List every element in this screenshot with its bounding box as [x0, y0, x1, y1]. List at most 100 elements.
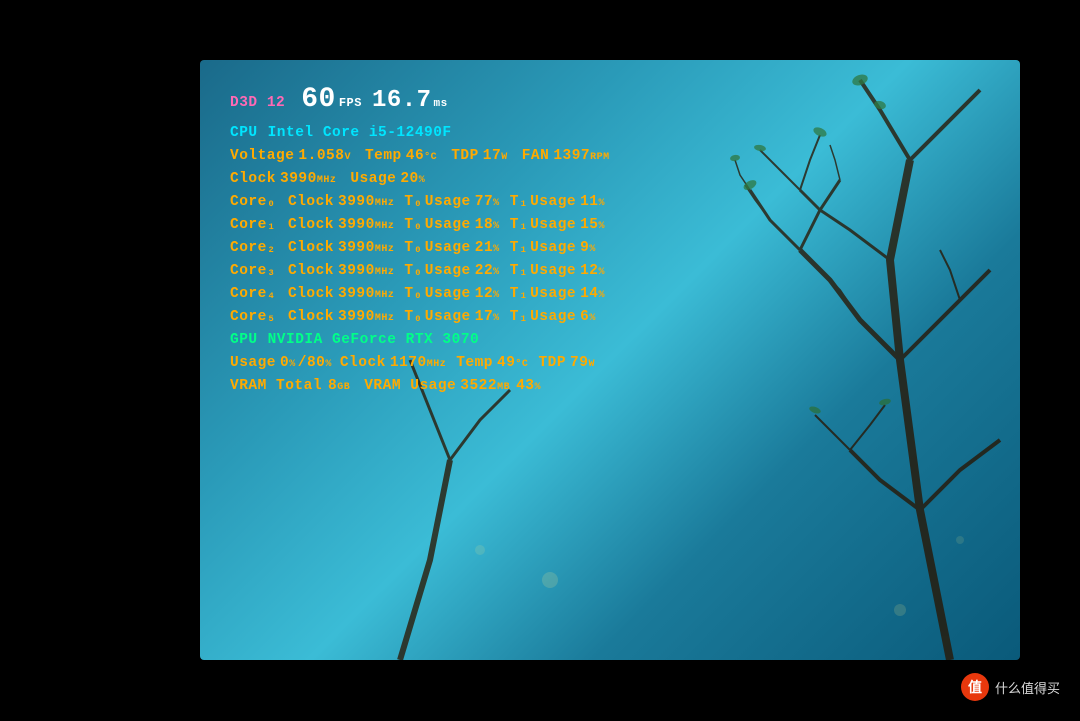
core-name-3: Core₃	[230, 261, 288, 282]
cpu-name: Intel Core i5-12490F	[268, 123, 452, 144]
core-t1-usage-label-4: Usage	[530, 284, 576, 305]
core-clock-label-1: Clock	[288, 215, 334, 236]
core-t0-label-4: T₀	[404, 284, 422, 305]
core-clock-label-2: Clock	[288, 238, 334, 259]
gpu-usage-label: Usage	[230, 353, 276, 374]
core-row-4: Core₄ Clock 3990 MHz T₀ Usage 12 % T₁ Us…	[230, 284, 610, 305]
core-t1-usage-label-1: Usage	[530, 215, 576, 236]
cpu-label: CPU	[230, 123, 258, 144]
gpu-temp-value: 49	[497, 353, 515, 374]
core-t1-usage-val-4: 14	[580, 284, 598, 305]
core-row-5: Core₅ Clock 3990 MHz T₀ Usage 17 % T₁ Us…	[230, 307, 610, 328]
core-t1-usage-label-0: Usage	[530, 192, 576, 213]
core-name-1: Core₁	[230, 215, 288, 236]
core-t0-usage-val-2: 21	[475, 238, 493, 259]
core-clock-label-0: Clock	[288, 192, 334, 213]
usage-value-main: 20	[400, 169, 418, 190]
core-t0-usage-val-4: 12	[475, 284, 493, 305]
core-t1-label-2: T₁	[510, 238, 528, 259]
core-name-5: Core₅	[230, 307, 288, 328]
core-t0-usage-label-3: Usage	[425, 261, 471, 282]
core-t1-label-3: T₁	[510, 261, 528, 282]
core-t1-usage-label-2: Usage	[530, 238, 576, 259]
core-t1-usage-label-5: Usage	[530, 307, 576, 328]
gpu-name: NVIDIA GeForce RTX 3070	[268, 330, 480, 351]
watermark: 值 什么值得买	[961, 673, 1060, 701]
vram-usage-value: 3522	[460, 376, 497, 397]
gpu-clock-label: Clock	[340, 353, 386, 374]
core-name-2: Core₂	[230, 238, 288, 259]
core-t0-usage-val-5: 17	[475, 307, 493, 328]
core-t0-usage-label-4: Usage	[425, 284, 471, 305]
tdp-value: 17	[483, 146, 501, 167]
gpu-temp-label: Temp	[456, 353, 493, 374]
fps-row: D3D 12 60 FPS 16.7 ms	[230, 80, 610, 121]
gpu-clock-value: 1170	[390, 353, 427, 374]
fan-unit: RPM	[590, 151, 610, 166]
core-t1-label-0: T₁	[510, 192, 528, 213]
temp-label: Temp	[365, 146, 402, 167]
vram-usage-pct: 43	[516, 376, 534, 397]
vram-total-value: 8	[328, 376, 337, 397]
core-t1-usage-val-1: 15	[580, 215, 598, 236]
core-t0-usage-label-2: Usage	[425, 238, 471, 259]
core-t1-usage-val-5: 6	[580, 307, 589, 328]
core-row-3: Core₃ Clock 3990 MHz T₀ Usage 22 % T₁ Us…	[230, 261, 610, 282]
gpu-label: GPU	[230, 330, 258, 351]
core-name-0: Core₀	[230, 192, 288, 213]
gpu-name-row: GPU NVIDIA GeForce RTX 3070	[230, 330, 610, 351]
core-rows: Core₀ Clock 3990 MHz T₀ Usage 77 % T₁ Us…	[230, 192, 610, 328]
ms-unit: ms	[434, 97, 448, 113]
core-t1-label-4: T₁	[510, 284, 528, 305]
core-t0-label-1: T₀	[404, 215, 422, 236]
core-row-1: Core₁ Clock 3990 MHz T₀ Usage 18 % T₁ Us…	[230, 215, 610, 236]
core-t0-usage-label-1: Usage	[425, 215, 471, 236]
core-t0-usage-val-0: 77	[475, 192, 493, 213]
voltage-row: Voltage 1.058 V Temp 46 °C TDP 17 W FAN …	[230, 146, 610, 167]
temp-value: 46	[406, 146, 424, 167]
vram-row: VRAM Total 8 GB VRAM Usage 3522 MB 43 %	[230, 376, 610, 397]
core-clock-label-3: Clock	[288, 261, 334, 282]
usage-unit-main: %	[419, 174, 426, 189]
core-t0-usage-val-3: 22	[475, 261, 493, 282]
core-clock-label-5: Clock	[288, 307, 334, 328]
core-t0-label-2: T₀	[404, 238, 422, 259]
core-name-4: Core₄	[230, 284, 288, 305]
core-row-2: Core₂ Clock 3990 MHz T₀ Usage 21 % T₁ Us…	[230, 238, 610, 259]
d3d-label: D3D	[230, 93, 258, 114]
vram-total-label: VRAM Total	[230, 376, 322, 397]
core-clock-val-3: 3990	[338, 261, 375, 282]
core-t0-usage-label-0: Usage	[425, 192, 471, 213]
ms-value: 16.7	[372, 84, 432, 119]
clock-label-main: Clock	[230, 169, 276, 190]
core-t0-label-3: T₀	[404, 261, 422, 282]
core-t1-usage-val-2: 9	[580, 238, 589, 259]
cpu-name-row: CPU Intel Core i5-12490F	[230, 123, 610, 144]
gpu-tdp-label: TDP	[538, 353, 566, 374]
usage-label-main: Usage	[350, 169, 396, 190]
gpu-tdp-value: 79	[570, 353, 588, 374]
gpu-usage-value: 0	[280, 353, 289, 374]
core-t1-label-5: T₁	[510, 307, 528, 328]
core-t1-usage-label-3: Usage	[530, 261, 576, 282]
core-t1-usage-val-3: 12	[580, 261, 598, 282]
clock-value-main: 3990	[280, 169, 317, 190]
core-row-0: Core₀ Clock 3990 MHz T₀ Usage 77 % T₁ Us…	[230, 192, 610, 213]
fps-unit: FPS	[339, 95, 362, 112]
core-clock-val-2: 3990	[338, 238, 375, 259]
voltage-value: 1.058	[298, 146, 344, 167]
fan-label: FAN	[522, 146, 550, 167]
core-t0-usage-val-1: 18	[475, 215, 493, 236]
temp-unit: °C	[424, 151, 437, 166]
watermark-icon: 值	[961, 673, 989, 701]
overlay-panel: D3D 12 60 FPS 16.7 ms CPU Intel Core i5-…	[230, 80, 610, 399]
watermark-text: 什么值得买	[995, 678, 1060, 697]
core-clock-val-5: 3990	[338, 307, 375, 328]
core-t0-usage-label-5: Usage	[425, 307, 471, 328]
fan-value: 1397	[553, 146, 590, 167]
vram-usage-label: VRAM Usage	[364, 376, 456, 397]
gpu-usage2-value: 80	[307, 353, 325, 374]
core-clock-val-4: 3990	[338, 284, 375, 305]
core-clock-val-1: 3990	[338, 215, 375, 236]
clock-unit-main: MHz	[317, 174, 337, 189]
